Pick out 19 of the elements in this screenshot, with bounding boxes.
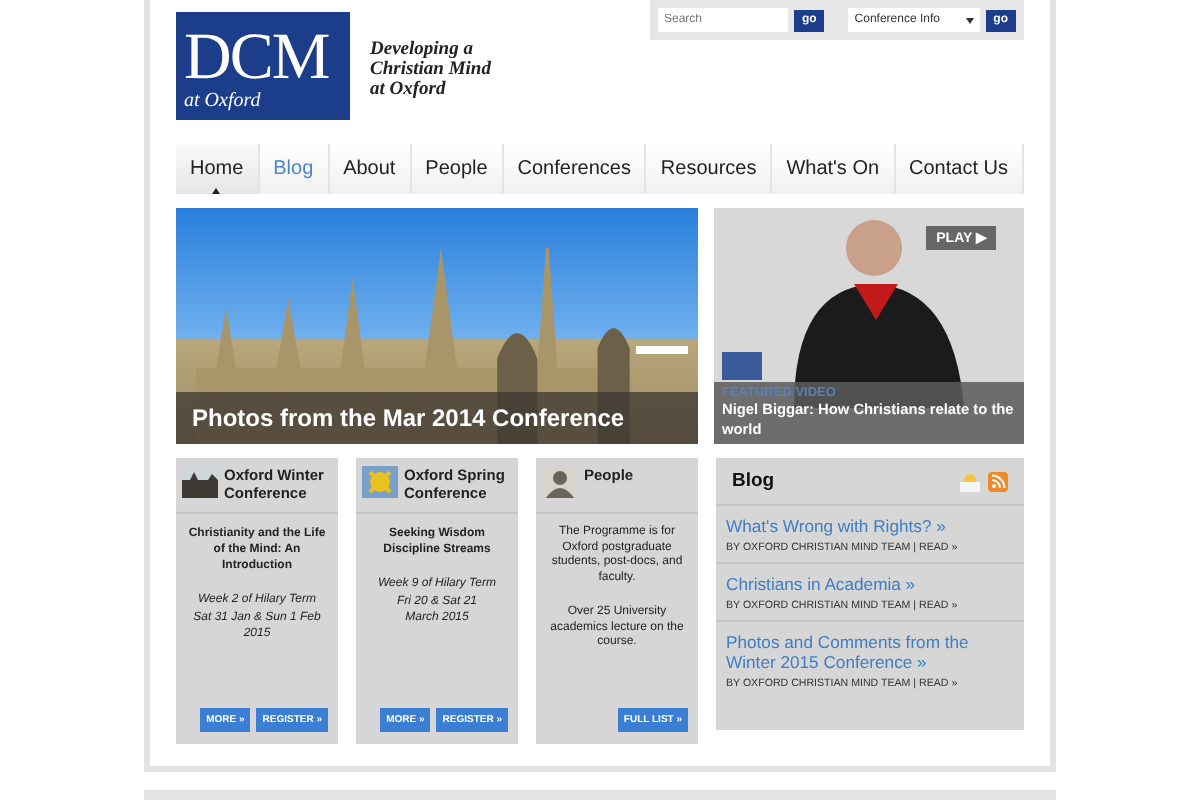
current-marker-icon: [212, 188, 221, 194]
caret-icon: [965, 17, 974, 23]
nav-tab[interactable]: About: [329, 144, 412, 194]
logo[interactable]: DCM at Oxford: [176, 12, 350, 120]
tagline-text: Developing a: [370, 40, 473, 60]
blog-title: Blog: [732, 470, 775, 492]
nav-tab[interactable]: What's On: [772, 144, 896, 194]
nav-tab[interactable]: People: [411, 144, 504, 194]
nav-tab[interactable]: Resources: [646, 144, 773, 194]
nav-tab[interactable]: Blog: [259, 144, 330, 194]
rss-icon[interactable]: [988, 471, 1008, 491]
tagline-text: Christian Mind: [370, 60, 491, 80]
logo-text: DCM: [184, 24, 331, 92]
nav-tab[interactable]: Contact Us: [895, 144, 1024, 194]
slide-caption[interactable]: Photos from the Mar 2014 Conference: [176, 392, 698, 444]
nav-tab[interactable]: Conferences: [503, 144, 647, 194]
nav-tab[interactable]: Home: [176, 144, 260, 194]
logo-subtext: at Oxford: [184, 92, 263, 112]
tagline-text: at Oxford: [370, 80, 448, 100]
